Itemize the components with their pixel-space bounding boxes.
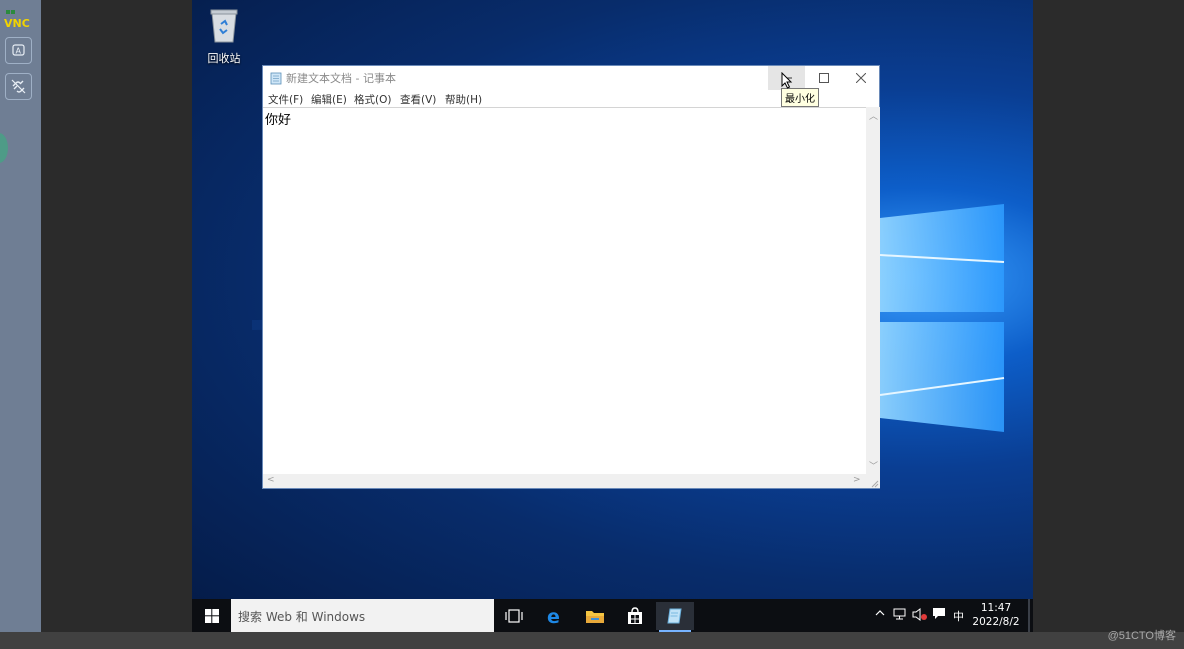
horizontal-scrollbar[interactable]: < > bbox=[263, 474, 866, 488]
notepad-taskbar-button[interactable] bbox=[656, 602, 694, 630]
svg-text:A: A bbox=[16, 47, 22, 56]
resize-grip-icon bbox=[871, 480, 879, 488]
file-explorer-button[interactable] bbox=[576, 602, 614, 630]
minimize-tooltip: 最小化 bbox=[781, 88, 819, 107]
clock-time: 11:47 bbox=[980, 602, 1012, 614]
edge-icon: e bbox=[547, 607, 560, 625]
editor-content: 你好 bbox=[265, 113, 292, 128]
close-icon bbox=[855, 73, 866, 83]
task-view-button[interactable] bbox=[495, 602, 533, 630]
edge-button[interactable]: e bbox=[536, 602, 574, 630]
task-view-icon bbox=[505, 609, 523, 623]
menu-format[interactable]: 格式(O) bbox=[354, 92, 391, 107]
notepad-icon bbox=[270, 72, 282, 85]
store-icon bbox=[628, 607, 642, 624]
disconnect-icon bbox=[11, 79, 26, 94]
recycle-bin-label: 回收站 bbox=[207, 52, 241, 65]
notepad-icon bbox=[667, 608, 682, 624]
scroll-down-icon[interactable]: ﹀ bbox=[869, 459, 878, 472]
show-desktop-button[interactable] bbox=[1028, 599, 1030, 632]
windows-start-icon bbox=[204, 608, 219, 623]
clock-date: 2022/8/2 bbox=[972, 616, 1020, 628]
search-input[interactable]: 搜索 Web 和 Windows bbox=[231, 599, 494, 632]
recycle-bin[interactable]: 回收站 bbox=[203, 6, 245, 66]
scroll-left-icon[interactable]: < bbox=[267, 475, 275, 485]
viewer-bottom-bar bbox=[0, 632, 1184, 649]
menu-view[interactable]: 查看(V) bbox=[400, 92, 436, 107]
menu-edit[interactable]: 编辑(E) bbox=[311, 92, 347, 107]
vnc-logo-text: VNC bbox=[4, 17, 30, 30]
vnc-logo: VNC bbox=[4, 10, 30, 30]
clock[interactable]: 11:47 2022/8/2 bbox=[964, 601, 1028, 629]
scroll-up-icon[interactable]: ︿ bbox=[869, 109, 878, 122]
menu-help[interactable]: 帮助(H) bbox=[445, 92, 482, 107]
search-placeholder: 搜索 Web 和 Windows bbox=[238, 610, 366, 624]
close-button[interactable] bbox=[842, 66, 879, 90]
keyboard-button[interactable]: A bbox=[5, 37, 32, 64]
network-icon[interactable] bbox=[893, 608, 907, 623]
keyboard-icon: A bbox=[12, 44, 25, 56]
resize-grip[interactable] bbox=[866, 474, 880, 488]
volume-muted-icon[interactable] bbox=[912, 608, 927, 624]
recycle-bin-icon bbox=[210, 9, 238, 43]
mouse-cursor-icon bbox=[781, 72, 793, 89]
taskbar: 搜索 Web 和 Windows e 中 11:47 2022/8/2 bbox=[192, 599, 1033, 632]
store-button[interactable] bbox=[616, 602, 654, 630]
start-button[interactable] bbox=[192, 599, 231, 632]
disconnect-button[interactable] bbox=[5, 73, 32, 100]
vertical-scrollbar[interactable]: ︿ ﹀ bbox=[866, 107, 880, 474]
maximize-icon bbox=[818, 73, 829, 83]
text-editor[interactable]: 你好 bbox=[263, 107, 866, 475]
show-hidden-icons-icon[interactable] bbox=[875, 608, 885, 621]
folder-icon bbox=[586, 611, 604, 623]
scroll-right-icon[interactable]: > bbox=[853, 475, 861, 485]
vnc-sidebar: VNC A bbox=[0, 0, 41, 632]
svg-text:e: e bbox=[547, 607, 560, 625]
window-title: 新建文本文档 - 记事本 bbox=[286, 72, 396, 85]
action-center-icon[interactable] bbox=[932, 607, 946, 624]
watermark: @51CTO博客 bbox=[1107, 630, 1176, 642]
menu-file[interactable]: 文件(F) bbox=[268, 92, 303, 107]
sidebar-handle[interactable] bbox=[0, 133, 8, 163]
input-method-indicator[interactable]: 中 bbox=[953, 608, 964, 624]
notepad-window: 新建文本文档 - 记事本 文件(F) 编辑(E) 格式(O) 查看(V) 帮助(… bbox=[262, 65, 880, 489]
maximize-button[interactable] bbox=[805, 66, 842, 90]
